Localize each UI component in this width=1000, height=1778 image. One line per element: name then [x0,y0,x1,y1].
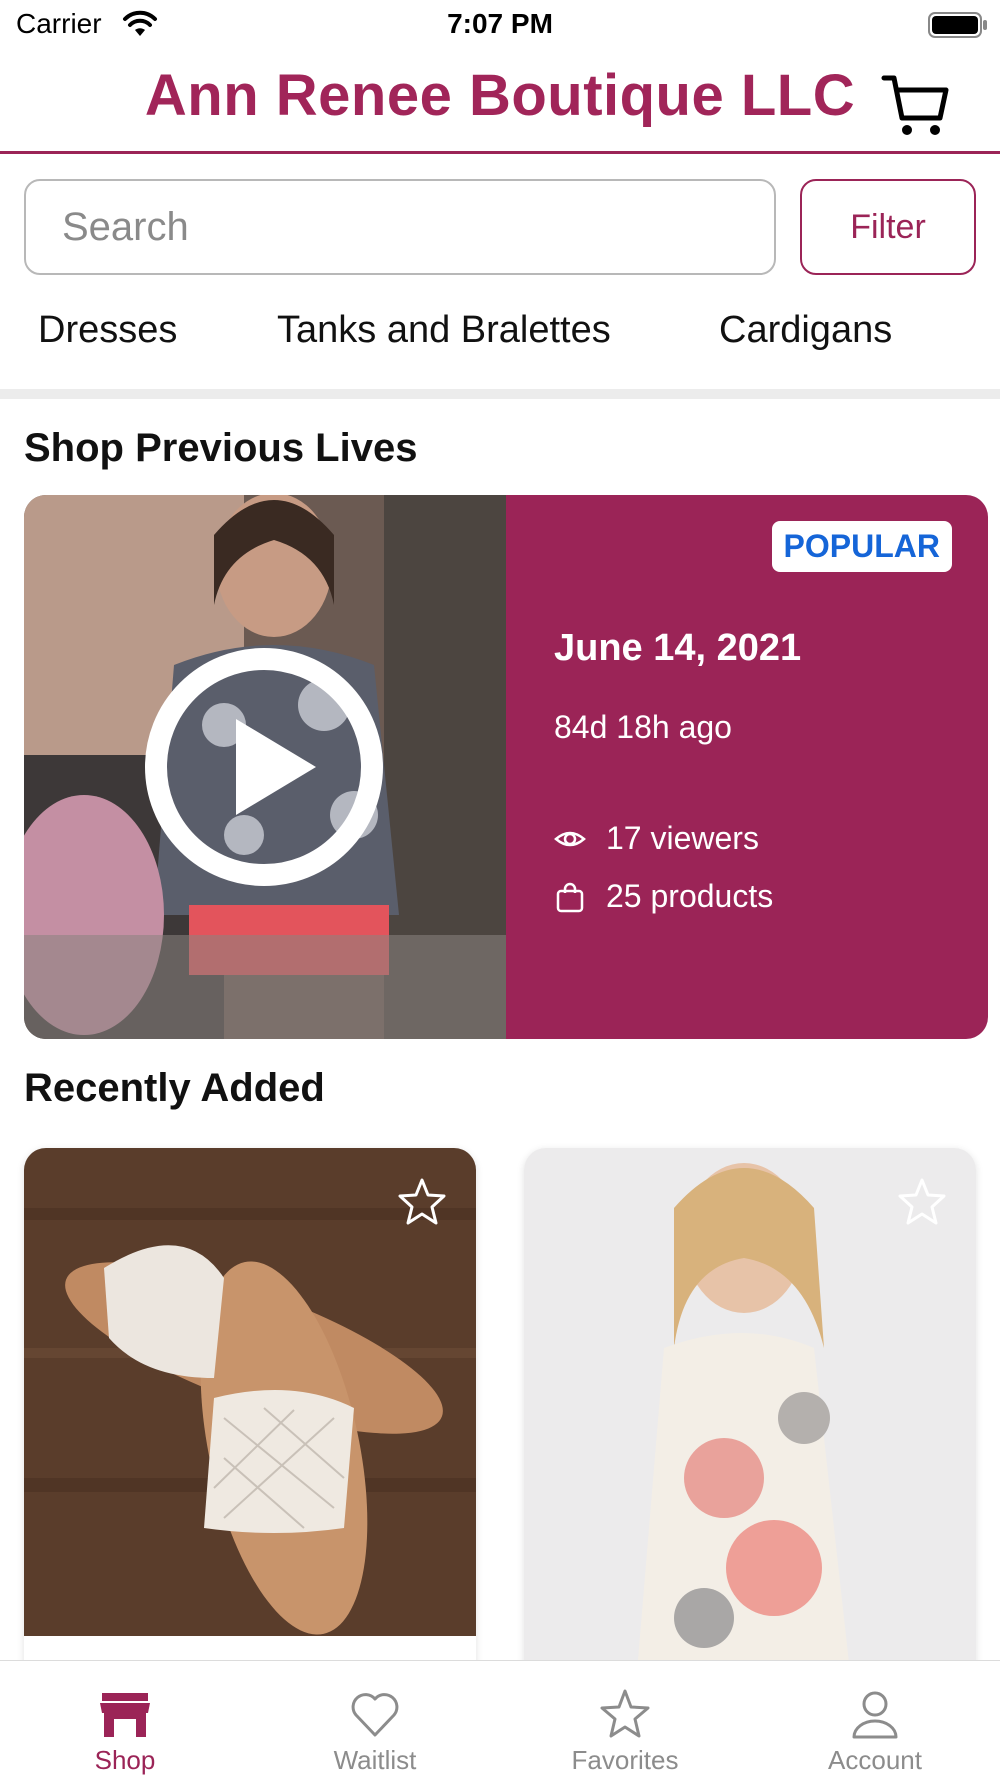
nav-waitlist[interactable]: Waitlist [250,1661,500,1778]
products-count: 25 products [606,878,774,914]
live-time-ago: 84d 18h ago [554,709,732,745]
star-outline-icon[interactable] [396,1176,448,1228]
section-divider [0,389,1000,399]
play-icon[interactable] [144,647,384,887]
nav-label-shop: Shop [94,1745,156,1775]
filter-button[interactable]: Filter [800,179,976,275]
battery-icon [928,12,987,38]
heart-icon [351,1693,399,1737]
popular-badge: POPULAR [771,521,952,572]
live-replay-card[interactable]: POPULAR June 14, 2021 84d 18h ago 17 vie… [24,495,988,1039]
nav-account[interactable]: Account [750,1661,1000,1778]
viewers-stat: 17 viewers [554,820,759,857]
live-info-panel: POPULAR June 14, 2021 84d 18h ago 17 vie… [506,495,988,1039]
category-tab-dresses[interactable]: Dresses [38,309,177,352]
products-stat: 25 products [554,878,773,915]
shopping-bag-icon [556,882,584,912]
category-tabs: Dresses Tanks and Bralettes Cardigans [0,295,1000,367]
nav-label-waitlist: Waitlist [333,1745,417,1775]
app-title: Ann Renee Boutique LLC [144,63,856,128]
nav-label-account: Account [828,1745,922,1775]
nav-favorites[interactable]: Favorites [500,1661,750,1778]
recently-added-title: Recently Added [24,1066,325,1110]
category-tab-cardigans[interactable]: Cardigans [719,309,892,352]
nav-label-favorites: Favorites [571,1745,679,1775]
previous-lives-title: Shop Previous Lives [24,426,418,470]
category-tab-tanks-and-bralettes[interactable]: Tanks and Bralettes [277,309,611,352]
cart-button[interactable] [880,68,952,140]
storefront-icon [100,1693,150,1737]
star-icon [600,1689,650,1738]
live-video-thumbnail[interactable] [24,495,506,1039]
nav-shop[interactable]: Shop [0,1661,250,1778]
product-card[interactable] [24,1148,476,1708]
viewers-count: 17 viewers [606,820,759,856]
bottom-nav: Shop Waitlist Favorites Account [0,1660,1000,1778]
product-image-dress [524,1148,976,1708]
eye-icon [554,831,586,846]
product-card[interactable] [524,1148,976,1708]
cart-icon [881,75,949,135]
person-icon [852,1691,898,1739]
status-bar: Carrier 7:07 PM [0,0,1000,50]
star-outline-icon[interactable] [896,1176,948,1228]
app-header: Ann Renee Boutique LLC [0,50,1000,154]
search-input[interactable] [24,179,776,275]
live-date: June 14, 2021 [554,627,802,669]
status-time: 7:07 PM [447,8,553,39]
